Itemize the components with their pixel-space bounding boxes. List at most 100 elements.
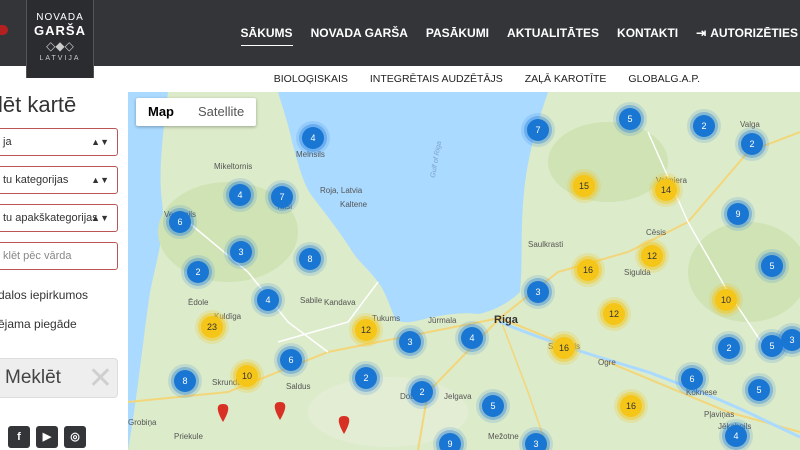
select-value: tu apakškategorijas <box>3 212 98 224</box>
map-cluster-marker[interactable]: 4 <box>725 425 747 447</box>
map-cluster-marker[interactable]: 3 <box>781 329 800 351</box>
map-label-jurmala: Jūrmala <box>428 316 457 325</box>
nav-item-kontakti[interactable]: KONTAKTI <box>617 0 678 66</box>
sidebar-title: lēt kartē <box>0 92 77 117</box>
map-cluster-marker[interactable]: 10 <box>236 365 258 387</box>
subnav-globalgap[interactable]: GLOBALG.A.P. <box>628 73 700 85</box>
map-cluster-marker[interactable]: 12 <box>355 319 377 341</box>
map-cluster-marker[interactable]: 5 <box>482 395 504 417</box>
cluster-count: 23 <box>206 322 217 332</box>
category-select[interactable]: tu kategorijas ▲▼ <box>0 166 118 194</box>
joint-purchase-checkbox[interactable]: dalos iepirkumos <box>0 288 88 302</box>
cluster-count: 12 <box>608 309 619 319</box>
name-search-input[interactable]: klēt pēc vārda <box>0 242 118 270</box>
region-select[interactable]: ja ▲▼ <box>0 128 118 156</box>
map-cluster-marker[interactable]: 8 <box>174 370 196 392</box>
map-cluster-marker[interactable]: 5 <box>761 335 783 357</box>
subnav-zala-karotite[interactable]: ZAĻĀ KAROTĪTE <box>525 73 607 85</box>
map-cluster-marker[interactable]: 2 <box>741 133 763 155</box>
map-label-saulkrasti: Saulkrasti <box>528 240 564 249</box>
map-cluster-marker[interactable]: 15 <box>573 175 595 197</box>
cluster-count: 5 <box>769 261 775 271</box>
cluster-count: 4 <box>310 133 316 143</box>
map-cluster-marker[interactable]: 12 <box>641 245 663 267</box>
map-cluster-marker[interactable]: 2 <box>187 261 209 283</box>
map-cluster-marker[interactable]: 2 <box>355 367 377 389</box>
delivery-checkbox[interactable]: ējama piegāde <box>0 317 77 331</box>
map-cluster-marker[interactable]: 14 <box>655 179 677 201</box>
map-cluster-marker[interactable]: 6 <box>169 211 191 233</box>
map-cluster-marker[interactable]: 5 <box>761 255 783 277</box>
map-cluster-marker[interactable]: 16 <box>577 259 599 281</box>
map-cluster-marker[interactable]: 4 <box>461 327 483 349</box>
subnav-biologiskais[interactable]: BIOLOĢISKAIS <box>274 73 348 85</box>
map-cluster-marker[interactable]: 9 <box>439 433 461 450</box>
youtube-icon[interactable]: ▶ <box>36 426 58 448</box>
map-cluster-marker[interactable]: 3 <box>230 241 252 263</box>
map-cluster-marker[interactable]: 7 <box>271 186 293 208</box>
map-view-button[interactable]: Map <box>136 98 186 126</box>
map-cluster-marker[interactable]: 5 <box>619 108 641 130</box>
map-cluster-marker[interactable]: 4 <box>302 127 324 149</box>
search-button[interactable]: Meklēt ✕ <box>0 358 118 398</box>
map-cluster-marker[interactable]: 10 <box>715 289 737 311</box>
map-cluster-marker[interactable]: 2 <box>411 381 433 403</box>
nav-item-autorizeties[interactable]: ⇥ AUTORIZĒTIES <box>696 0 798 66</box>
facebook-icon[interactable]: f <box>8 426 30 448</box>
map-cluster-marker[interactable]: 8 <box>299 248 321 270</box>
site-logo[interactable]: NOVADA GARŠA ◇◆◇ LATVIJA <box>26 0 94 78</box>
map-cluster-marker[interactable]: 16 <box>620 395 642 417</box>
map-cluster-marker[interactable]: 7 <box>527 119 549 141</box>
map-cluster-marker[interactable]: 4 <box>229 184 251 206</box>
map-label-edole: Ēdole <box>188 298 209 307</box>
map-label-kaltene: Kaltene <box>340 200 368 209</box>
instagram-icon[interactable]: ◎ <box>64 426 86 448</box>
nav-item-pasakumi[interactable]: PASĀKUMI <box>426 0 489 66</box>
close-icon: ✕ <box>87 362 113 395</box>
map-canvas[interactable]: Riga Jūrmala Jelgava Saldus Kuldīga Cēsi… <box>128 92 800 450</box>
map-cluster-marker[interactable]: 3 <box>525 433 547 450</box>
map-cluster-marker[interactable]: 2 <box>693 115 715 137</box>
nav-item-aktualitates[interactable]: AKTUALITĀTES <box>507 0 599 66</box>
search-button-label: Meklēt <box>5 367 61 388</box>
map-label-roja: Roja, Latvia <box>320 186 363 195</box>
cluster-count: 4 <box>733 431 739 441</box>
map-type-toggle: Map Satellite <box>136 98 257 126</box>
cluster-count: 3 <box>238 247 244 257</box>
map-cluster-marker[interactable]: 4 <box>257 289 279 311</box>
nav-item-sakums[interactable]: SĀKUMS <box>240 0 293 66</box>
sort-arrows-icon: ▲▼ <box>91 137 109 147</box>
map-cluster-marker[interactable]: 5 <box>748 379 770 401</box>
sort-arrows-icon: ▲▼ <box>91 175 109 185</box>
cluster-count: 5 <box>490 401 496 411</box>
map-cluster-marker[interactable]: 6 <box>280 349 302 371</box>
nav-item-novada-garsa[interactable]: NOVADA GARŠA <box>311 0 408 66</box>
map-cluster-marker[interactable]: 9 <box>727 203 749 225</box>
cluster-count: 3 <box>407 337 413 347</box>
map-cluster-marker[interactable]: 3 <box>399 331 421 353</box>
cluster-count: 3 <box>789 335 795 345</box>
map-cluster-marker[interactable]: 23 <box>201 316 223 338</box>
subcategory-select[interactable]: tu apakškategorijas ▲▼ <box>0 204 118 232</box>
sort-arrows-icon: ▲▼ <box>91 213 109 223</box>
cluster-count: 6 <box>288 355 294 365</box>
subnav-integretais[interactable]: INTEGRĒTAIS AUDZĒTĀJS <box>370 73 503 85</box>
cluster-count: 9 <box>735 209 741 219</box>
cluster-count: 2 <box>419 387 425 397</box>
map-cluster-marker[interactable]: 16 <box>553 337 575 359</box>
cluster-count: 3 <box>535 287 541 297</box>
cluster-count: 16 <box>625 401 636 411</box>
cluster-count: 2 <box>749 139 755 149</box>
search-sidebar: lēt kartē ja ▲▼ tu kategorijas ▲▼ tu apa… <box>0 66 128 450</box>
cluster-count: 10 <box>241 371 252 381</box>
map-cluster-marker[interactable]: 12 <box>603 303 625 325</box>
checkbox-label: ējama piegāde <box>0 317 77 331</box>
map-cluster-marker[interactable]: 3 <box>527 281 549 303</box>
logo-text-top: NOVADA <box>36 12 84 23</box>
cluster-count: 9 <box>447 439 453 449</box>
map-cluster-marker[interactable]: 2 <box>718 337 740 359</box>
login-icon: ⇥ <box>696 26 707 40</box>
map-cluster-marker[interactable]: 6 <box>681 368 703 390</box>
satellite-view-button[interactable]: Satellite <box>186 98 256 126</box>
nav-label: AKTUALITĀTES <box>507 26 600 40</box>
